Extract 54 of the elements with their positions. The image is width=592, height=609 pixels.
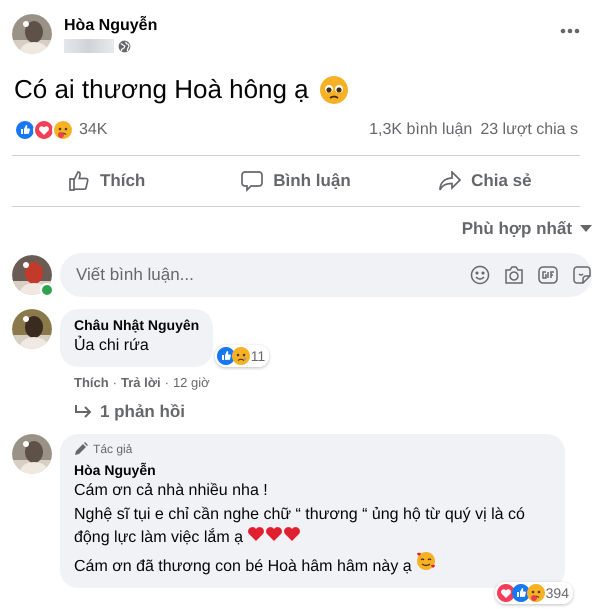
commenter-name[interactable]: Châu Nhật Nguyên [74, 317, 200, 333]
share-button[interactable]: Chia sẻ [390, 161, 580, 201]
share-arrow-icon [439, 171, 462, 191]
comment-time: 12 giờ [172, 375, 210, 390]
comment-field[interactable]: Viết bình luận... [60, 253, 592, 297]
share-count[interactable]: 23 lượt chia s [480, 121, 578, 139]
author-name[interactable]: Hòa Nguyễn [64, 17, 548, 35]
comment-count[interactable]: 1,3K bình luận [369, 121, 472, 139]
post-text: Có ai thương Hoà hông ạ [14, 74, 309, 105]
separator-dot: · [112, 375, 118, 390]
author-label: Tác giả [93, 442, 132, 456]
love-reaction-icon [33, 119, 55, 141]
sort-dropdown[interactable]: Phù hợp nhất [462, 219, 592, 239]
sad-reaction-icon [232, 347, 250, 365]
like-button[interactable]: Thích [12, 161, 202, 201]
like-reaction-icon [14, 119, 36, 141]
smiling-hearts-face-icon [416, 551, 436, 571]
blurred-timestamp [64, 39, 114, 53]
globe-icon [118, 40, 131, 52]
comment-reactions[interactable]: 394 [494, 582, 573, 604]
comment-reaction-count: 394 [546, 585, 569, 601]
reaction-count[interactable]: 34K [79, 121, 108, 139]
reply-arrow-icon [74, 405, 92, 419]
like-reaction-icon [216, 347, 235, 365]
gif-icon[interactable] [538, 266, 558, 284]
commenter-name[interactable]: Hòa Nguyễn [74, 462, 551, 478]
comment-text: Cám ơn đã thương con bé Hoà hâm hâm này ạ [74, 551, 551, 578]
thumbs-up-icon [68, 170, 90, 192]
comment-reaction-count: 11 [250, 348, 266, 364]
comment-action-link[interactable]: Trả lời [121, 375, 161, 390]
comment-reactions[interactable]: 11 [214, 345, 270, 367]
care-reaction-icon [526, 584, 545, 602]
comment-input[interactable]: Viết bình luận... [74, 264, 456, 286]
online-status-icon [40, 283, 54, 297]
pencil-icon [74, 442, 88, 456]
separator-dot: · [164, 375, 169, 390]
view-replies-link[interactable]: 1 phản hồi [60, 390, 185, 422]
camera-icon[interactable] [504, 266, 524, 284]
teary-face-icon [318, 74, 349, 104]
speech-bubble-icon [241, 170, 264, 192]
heart-icon [247, 526, 266, 542]
comment-text: Nghệ sĩ tụi e chỉ cần nghe chữ “ thương “ ủng hộ từ quý vị là có động lực làm việc lắm ạ [74, 505, 526, 548]
comment-text: Cám ơn cả nhà nhiều nha ! [74, 481, 269, 501]
caret-icon [580, 225, 592, 233]
comment-button[interactable]: Bình luận [201, 161, 391, 201]
care-reaction-icon [52, 119, 74, 141]
comment-action-link[interactable]: Thích [74, 375, 109, 390]
heart-icon [265, 526, 284, 542]
emoji-icon[interactable] [470, 265, 490, 285]
like-reaction-icon [512, 584, 530, 602]
comment-text: Ủa chi rứa [74, 335, 150, 356]
love-reaction-icon [496, 584, 515, 602]
heart-icon [283, 526, 302, 542]
sticker-icon[interactable] [572, 265, 592, 285]
